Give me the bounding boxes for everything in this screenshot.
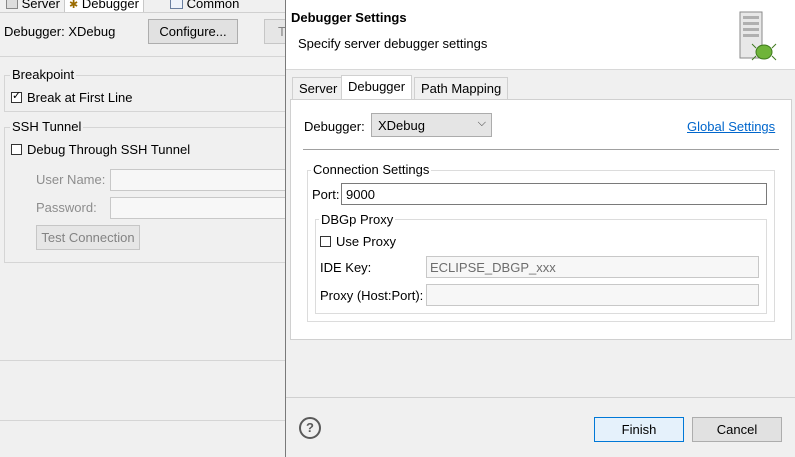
break-at-first-line-label: Break at First Line (27, 90, 133, 105)
server-icon (6, 0, 18, 9)
bug-icon: ✱ (69, 0, 79, 11)
dialog-header: Debugger Settings Specify server debugge… (286, 0, 795, 70)
debugger-select[interactable]: XDebug ⌵ (371, 113, 492, 137)
break-at-first-line-checkbox[interactable]: ✓ (11, 90, 22, 103)
separator (286, 397, 795, 398)
separator (0, 56, 290, 57)
separator (303, 149, 779, 150)
finish-button[interactable]: Finish (594, 417, 684, 442)
launch-config-tabs: Server ✱ Debugger Common (0, 0, 290, 13)
separator (0, 420, 290, 421)
tab-pane-debugger: Debugger: XDebug ⌵ Global Settings Conne… (290, 99, 792, 340)
tab-server[interactable]: Server (292, 77, 345, 99)
debug-through-ssh-checkbox[interactable] (11, 144, 22, 155)
tab-label: Common (186, 0, 240, 11)
cancel-button[interactable]: Cancel (692, 417, 782, 442)
dialog-subtitle: Specify server debugger settings (298, 36, 488, 51)
password-input[interactable] (110, 197, 290, 219)
debug-through-ssh-label: Debug Through SSH Tunnel (27, 142, 191, 157)
connection-settings-label: Connection Settings (311, 162, 432, 177)
ide-key-input[interactable]: ECLIPSE_DBGP_xxx (426, 256, 759, 278)
debugger-label: Debugger: (304, 119, 365, 134)
user-name-input[interactable] (110, 169, 290, 191)
user-name-label: User Name: (36, 172, 106, 187)
port-input[interactable]: 9000 (341, 183, 767, 205)
port-label: Port: (312, 187, 340, 202)
server-bug-icon (738, 8, 778, 64)
proxy-host-label: Proxy (Host:Port): (320, 288, 424, 303)
tab-debugger[interactable]: Debugger (341, 75, 413, 100)
ide-key-label: IDE Key: (320, 260, 372, 275)
checkmark-icon: ✓ (12, 90, 22, 102)
ssh-tunnel-group-label: SSH Tunnel (10, 119, 84, 134)
tab-server[interactable]: Server (2, 0, 64, 12)
debugger-settings-dialog: Debugger Settings Specify server debugge… (285, 0, 795, 457)
debugger-label: Debugger: XDebug (4, 24, 116, 39)
help-icon[interactable]: ? (299, 417, 321, 439)
dbgp-proxy-label: DBGp Proxy (319, 212, 396, 227)
ide-key-value: ECLIPSE_DBGP_xxx (430, 260, 556, 275)
configure-button[interactable]: Configure... (148, 19, 238, 44)
tab-path-mapping[interactable]: Path Mapping (414, 77, 509, 99)
tab-label: Debugger (348, 79, 406, 94)
use-proxy-checkbox[interactable] (320, 236, 331, 247)
tab-label: Debugger (81, 0, 139, 11)
port-value: 9000 (346, 187, 375, 202)
tab-label: Server (299, 81, 338, 96)
tab-common[interactable]: Common (166, 0, 243, 12)
common-icon (170, 0, 183, 9)
dialog-title: Debugger Settings (291, 10, 407, 25)
password-label: Password: (36, 200, 97, 215)
debugger-select-value: XDebug (378, 118, 425, 133)
tab-label: Server (21, 0, 60, 11)
proxy-host-input[interactable] (426, 284, 759, 306)
global-settings-link[interactable]: Global Settings (687, 119, 775, 134)
test-connection-button[interactable]: Test Connection (36, 225, 140, 250)
use-proxy-label: Use Proxy (336, 234, 396, 249)
separator (0, 360, 290, 361)
chevron-down-icon: ⌵ (477, 117, 486, 129)
tab-debugger[interactable]: ✱ Debugger (64, 0, 144, 12)
breakpoint-group-label: Breakpoint (10, 67, 77, 82)
tab-label: Path Mapping (421, 81, 502, 96)
